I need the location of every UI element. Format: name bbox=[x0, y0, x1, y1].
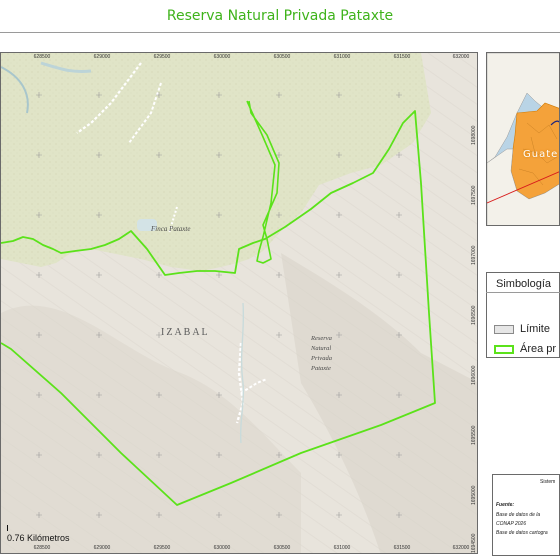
y-tick-right: 1697000 bbox=[471, 245, 477, 265]
reserve-label-3: Privada bbox=[311, 355, 332, 362]
map-title: Reserva Natural Privada Pataxte bbox=[166, 8, 394, 24]
reserve-label-4: Pataxte bbox=[311, 365, 331, 372]
x-tick-top: 631000 bbox=[333, 54, 351, 60]
y-tick-right: 1695000 bbox=[471, 485, 477, 505]
inset-country-label: Guate bbox=[523, 149, 559, 160]
x-tick-bottom: 631500 bbox=[393, 545, 411, 551]
y-tick-right: 1698000 bbox=[471, 125, 477, 145]
x-tick-top: 632000 bbox=[452, 54, 470, 60]
x-tick-top: 630000 bbox=[213, 54, 231, 60]
x-tick-top: 630500 bbox=[273, 54, 291, 60]
area-swatch bbox=[494, 344, 514, 354]
x-tick-bottom: 631000 bbox=[333, 545, 351, 551]
legend-item-label: Área pr bbox=[520, 343, 557, 355]
x-tick-bottom: 629500 bbox=[153, 545, 171, 551]
legend-divider bbox=[486, 292, 560, 293]
source-label: Fuente: bbox=[496, 502, 515, 508]
y-tick-right: 1697500 bbox=[471, 185, 477, 205]
title-divider bbox=[0, 32, 560, 33]
x-tick-bottom: 630000 bbox=[213, 545, 231, 551]
legend-item-limit: Límite bbox=[494, 323, 550, 335]
source-line-1: Base de datos de la bbox=[496, 512, 541, 518]
y-tick-right: 1694500 bbox=[471, 533, 477, 553]
inset-map[interactable] bbox=[486, 52, 560, 226]
legend-item-label: Límite bbox=[520, 323, 550, 335]
y-tick-right: 1696000 bbox=[471, 365, 477, 385]
x-tick-top: 631500 bbox=[393, 54, 411, 60]
scale-bar bbox=[7, 525, 12, 531]
x-tick-bottom: 629000 bbox=[93, 545, 111, 551]
legend-title: Simbología bbox=[496, 278, 552, 290]
reserve-label-1: Reserva bbox=[311, 335, 332, 342]
source-line-2: CONAP 2026 bbox=[496, 521, 527, 527]
x-tick-bottom: 632000 bbox=[452, 545, 470, 551]
y-tick-right: 1695500 bbox=[471, 425, 477, 445]
legend-item-area: Área pr bbox=[494, 343, 556, 355]
map-canvas[interactable] bbox=[1, 53, 478, 554]
inset-canvas bbox=[487, 53, 559, 225]
main-map[interactable]: 628500 629000 629500 630000 630500 63100… bbox=[0, 52, 478, 554]
region-label: IZABAL bbox=[161, 327, 210, 338]
source-heading: Sistem bbox=[540, 479, 556, 485]
limit-swatch bbox=[494, 324, 514, 334]
source-line-3: Base de datos cartogra bbox=[496, 530, 548, 536]
x-tick-bottom: 630500 bbox=[273, 545, 291, 551]
x-tick-top: 628500 bbox=[33, 54, 51, 60]
x-tick-top: 629500 bbox=[153, 54, 171, 60]
y-tick-right: 1696500 bbox=[471, 305, 477, 325]
reserve-label-2: Natural bbox=[311, 345, 332, 352]
x-tick-top: 629000 bbox=[93, 54, 111, 60]
x-tick-bottom: 628500 bbox=[33, 545, 51, 551]
scale-text: 0.76 Kilómetros bbox=[7, 533, 70, 543]
finca-label: Finca Pataxte bbox=[151, 225, 191, 233]
